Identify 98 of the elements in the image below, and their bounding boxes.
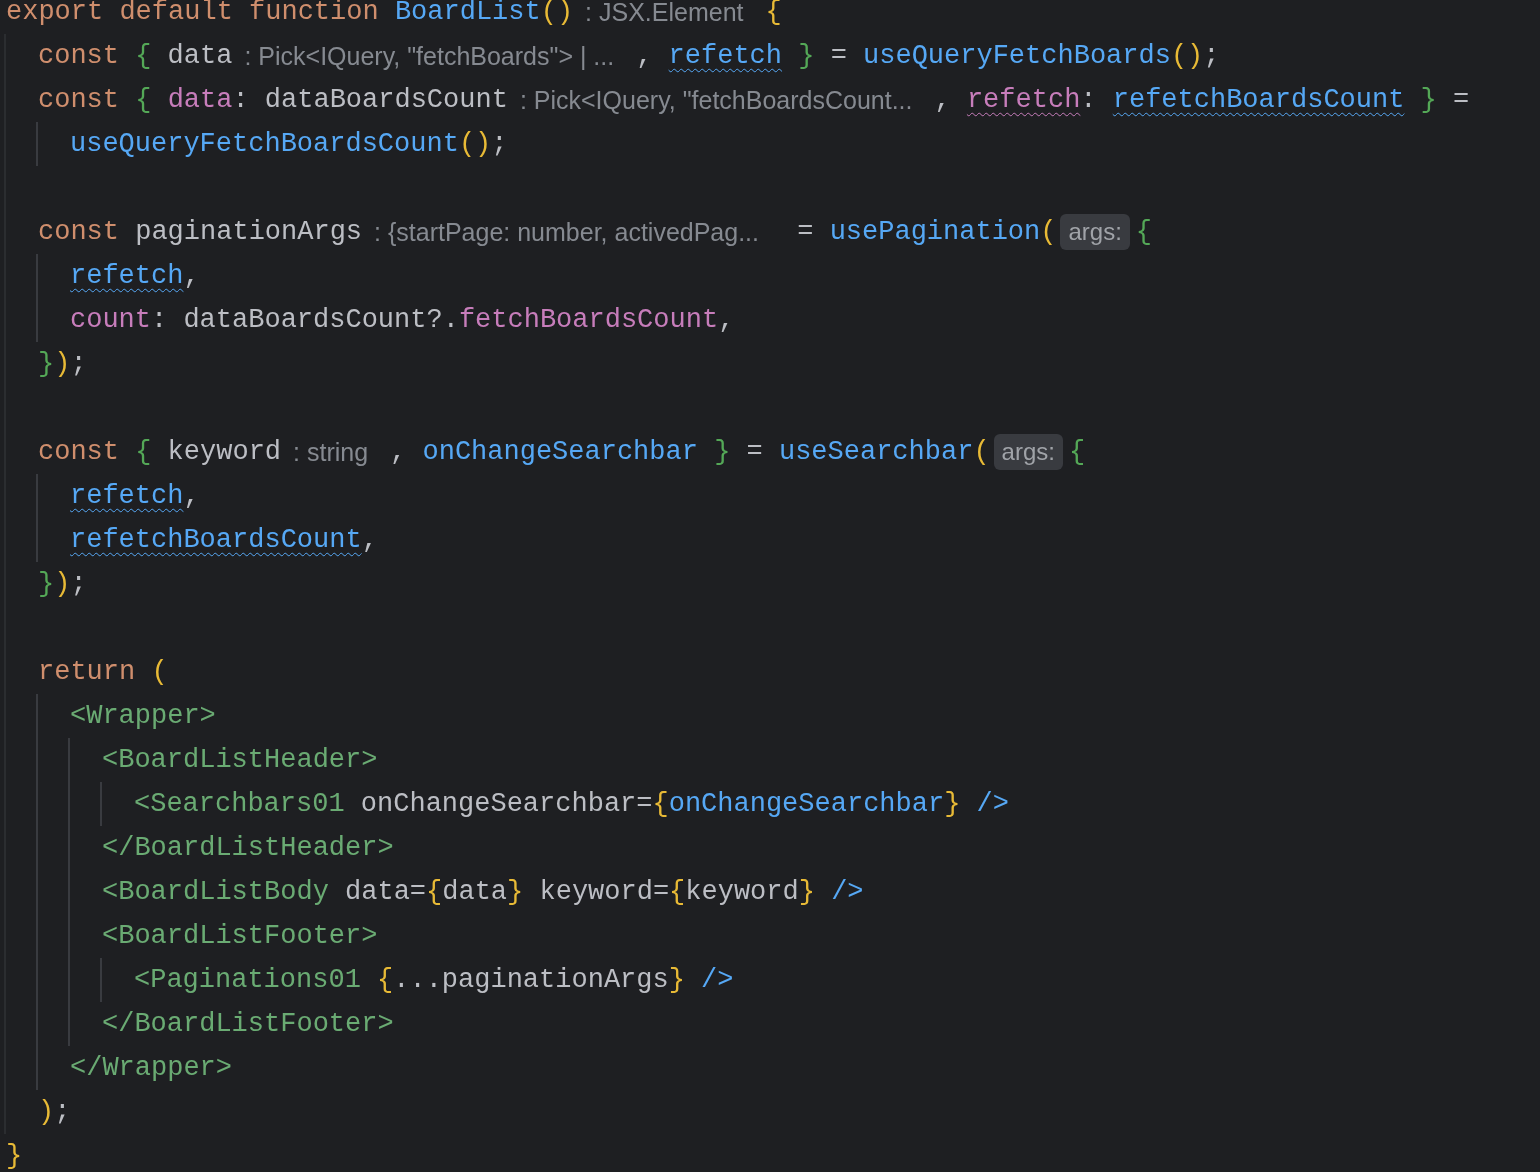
- code-keyword: return: [38, 656, 137, 689]
- code-tag: </BoardListFooter>: [102, 1002, 394, 1046]
- code-brace: }: [38, 568, 55, 601]
- code-bracket: ): [54, 568, 71, 601]
- code-brace: {: [135, 84, 153, 117]
- code-tag-end: />: [975, 788, 1009, 821]
- code-text: ;: [491, 128, 508, 161]
- code-tag-end: />: [830, 876, 864, 909]
- code-tag: <BoardListBody: [102, 870, 329, 914]
- code-function: onChangeSearchbar: [668, 788, 945, 821]
- code-text: ,: [718, 304, 735, 337]
- code-text: keyword: [166, 436, 282, 469]
- type-hint: : {startPage: number, activedPag...: [374, 217, 759, 248]
- code-property-warning: refetch: [966, 84, 1081, 117]
- code-tag: <BoardListHeader>: [102, 738, 378, 782]
- code-bracket: {: [669, 876, 686, 909]
- code-keyword: const: [38, 216, 120, 249]
- code-function: useQueryFetchBoards: [863, 40, 1171, 73]
- code-brace: {: [135, 40, 152, 73]
- code-text: onChangeSearchbar=: [359, 788, 653, 821]
- code-brace: {: [1068, 436, 1086, 469]
- code-bracket: }: [798, 876, 815, 909]
- code-text: keyword=: [538, 876, 670, 909]
- type-hint: : Pick<IQuery, "fetchBoards"> | ...: [244, 41, 615, 72]
- code-bracket: (: [1040, 216, 1057, 249]
- code-text: : dataBoardsCount: [232, 84, 508, 117]
- code-bracket: }: [944, 788, 961, 821]
- code-brace: }: [1419, 84, 1437, 117]
- code-text: ,: [183, 260, 200, 293]
- code-keyword: export default function: [6, 0, 380, 29]
- code-text: ;: [54, 1096, 71, 1129]
- code-text: data: [442, 876, 508, 909]
- code-text: ,: [934, 84, 952, 117]
- code-text: data=: [344, 876, 427, 909]
- code-bracket: {: [426, 876, 443, 909]
- code-tag-end: />: [700, 964, 734, 997]
- code-brace: }: [797, 40, 815, 73]
- code-property: data: [167, 84, 233, 117]
- code-brace: }: [713, 436, 731, 469]
- code-keyword: const: [38, 436, 120, 469]
- code-bracket: ): [38, 1096, 55, 1129]
- code-function: BoardList: [394, 0, 541, 29]
- code-bracket: (): [1170, 40, 1204, 73]
- type-hint: : Pick<IQuery, "fetchBoardsCount...: [519, 85, 913, 116]
- code-tag: <Paginations01: [134, 958, 361, 1002]
- code-text: :: [1080, 84, 1098, 117]
- code-text: ,: [390, 436, 408, 469]
- code-tag: <Searchbars01: [134, 782, 345, 826]
- code-property: count: [70, 304, 151, 337]
- code-text: =: [745, 436, 764, 469]
- code-bracket: ): [54, 348, 71, 381]
- code-text: ;: [70, 568, 87, 601]
- code-tag: </Wrapper>: [70, 1046, 233, 1090]
- code-text: paginationArgs: [135, 216, 363, 249]
- parameter-hint: args:: [993, 434, 1063, 470]
- code-identifier-warning: refetch: [70, 260, 184, 293]
- code-bracket: {: [765, 0, 782, 29]
- code-function: onChangeSearchbar: [422, 436, 698, 469]
- type-hint: : JSX.Element: [585, 0, 744, 28]
- code-bracket: (): [458, 128, 492, 161]
- code-keyword: const: [38, 84, 120, 117]
- code-bracket: {: [652, 788, 669, 821]
- code-text: ,: [636, 40, 654, 73]
- code-bracket: }: [507, 876, 524, 909]
- code-bracket: {: [376, 964, 394, 997]
- code-brace: }: [38, 348, 55, 381]
- code-text: ;: [1203, 40, 1220, 73]
- code-bracket: (): [540, 0, 574, 29]
- code-identifier-warning: refetchBoardsCount: [1112, 84, 1405, 117]
- code-text: =: [1452, 84, 1470, 117]
- parameter-hint: args:: [1060, 214, 1130, 250]
- code-bracket: (: [973, 436, 990, 469]
- code-keyword: const: [38, 40, 120, 73]
- code-text: ,: [361, 524, 378, 557]
- code-function: useSearchbar: [778, 436, 974, 469]
- code-text: : dataBoardsCount?.: [151, 304, 459, 337]
- code-text: ,: [183, 480, 200, 513]
- code-tag: </BoardListHeader>: [102, 826, 394, 870]
- code-function: usePagination: [829, 216, 1041, 249]
- code-text: data: [166, 40, 233, 73]
- code-text: ...paginationArgs: [393, 964, 669, 997]
- code-bracket: }: [6, 1140, 23, 1172]
- code-bracket: (: [151, 656, 168, 689]
- code-tag: <BoardListFooter>: [102, 914, 378, 958]
- code-property: fetchBoardsCount: [458, 304, 719, 337]
- code-tag: <Wrapper>: [70, 694, 216, 738]
- code-identifier-warning: refetch: [70, 480, 184, 513]
- code-text: =: [829, 40, 848, 73]
- code-brace: {: [135, 436, 152, 469]
- code-bracket: }: [668, 964, 685, 997]
- code-text: =: [796, 216, 815, 249]
- code-text: ;: [70, 348, 87, 381]
- code-identifier-warning: refetch: [668, 40, 783, 73]
- code-brace: {: [1135, 216, 1153, 249]
- code-text: keyword: [685, 876, 799, 909]
- code-identifier-warning: refetchBoardsCount: [70, 524, 362, 557]
- code-function: useQueryFetchBoardsCount: [70, 128, 459, 161]
- type-hint: : string: [293, 437, 369, 468]
